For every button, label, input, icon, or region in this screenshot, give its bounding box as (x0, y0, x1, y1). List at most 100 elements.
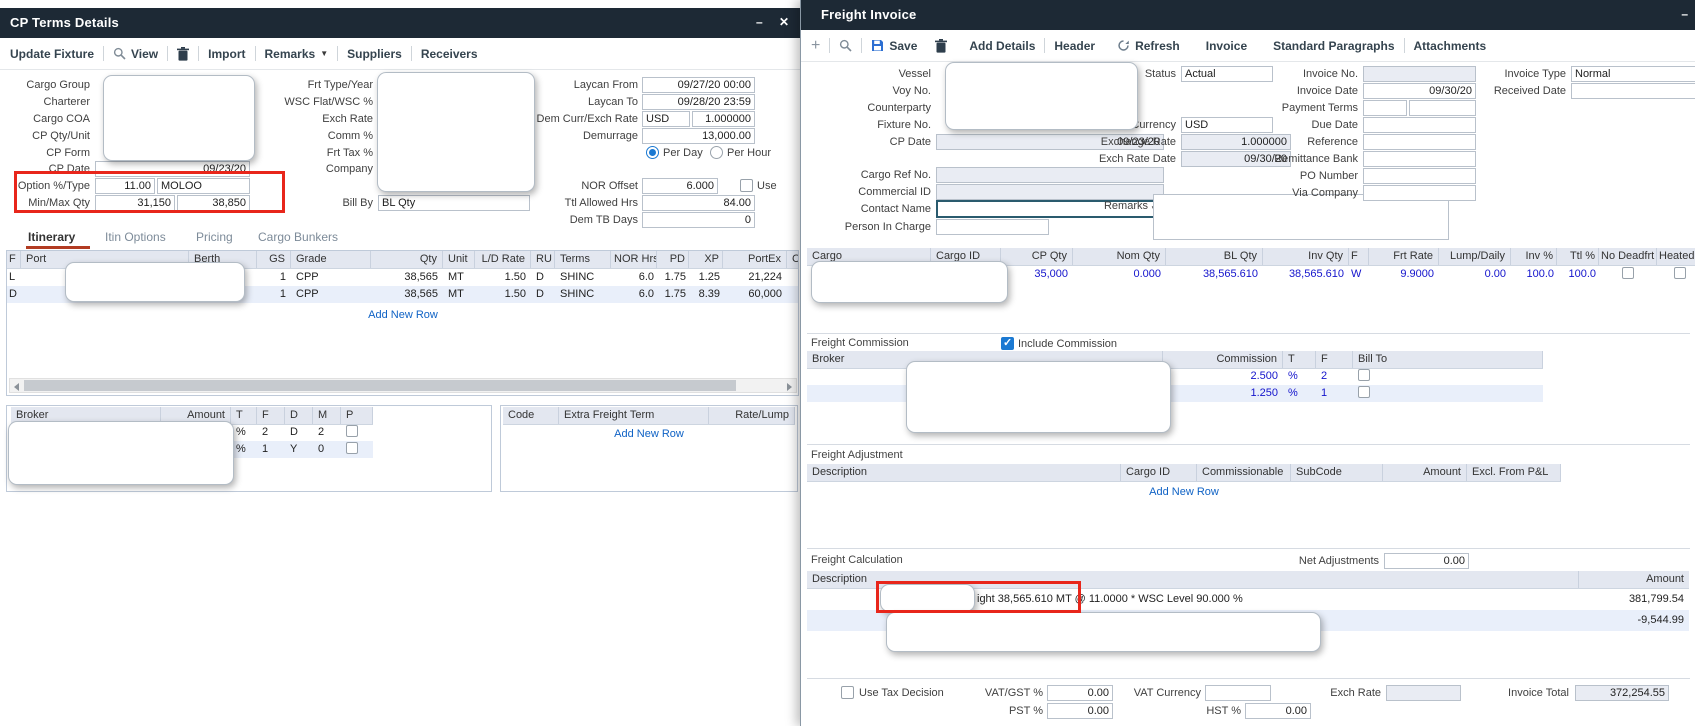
standard-paragraphs-button[interactable]: Standard Paragraphs (1273, 39, 1394, 53)
scroll-left-icon[interactable] (14, 383, 19, 391)
per-day-radio[interactable] (646, 146, 659, 159)
dem-currency-field[interactable]: USD (642, 111, 690, 127)
invoice-date-field[interactable]: 09/30/20 (1363, 83, 1476, 99)
import-button[interactable]: Import (208, 47, 245, 61)
tab-cargo-bunkers[interactable]: Cargo Bunkers (258, 230, 338, 244)
col-description[interactable]: Description (807, 464, 1121, 481)
col-gs[interactable]: GS (257, 251, 291, 268)
tab-itinerary[interactable]: Itinerary (28, 230, 75, 244)
minimize-icon[interactable]: – (1681, 7, 1688, 21)
attachments-button[interactable]: Attachments (1414, 39, 1487, 53)
laycan-from-field[interactable]: 09/27/20 00:00 (642, 77, 755, 93)
col-f[interactable]: F (257, 407, 285, 424)
po-number-field[interactable] (1363, 168, 1476, 184)
reference-field[interactable] (1363, 134, 1476, 150)
col-ttl-pct[interactable]: Ttl % (1557, 248, 1599, 265)
col-commission[interactable]: Commission (1163, 351, 1283, 368)
col-frt-rate[interactable]: Frt Rate (1369, 248, 1439, 265)
col-bl-qty[interactable]: BL Qty (1166, 248, 1263, 265)
col-subcode[interactable]: SubCode (1291, 464, 1383, 481)
use-tax-decision-checkbox[interactable] (841, 686, 854, 699)
heated-checkbox[interactable] (1674, 267, 1686, 279)
extra-freight-add-new-row-link[interactable]: Add New Row (503, 428, 795, 440)
invoice-button[interactable]: Invoice (1206, 39, 1247, 53)
close-icon[interactable]: ✕ (779, 15, 789, 29)
view-button[interactable]: View (113, 47, 158, 61)
cargo-ref-no-field[interactable] (936, 167, 1164, 183)
col-d[interactable]: D (285, 407, 313, 424)
add-button[interactable]: + (811, 37, 820, 55)
vat-currency-field[interactable] (1205, 685, 1271, 701)
payment-terms-field[interactable] (1409, 100, 1476, 116)
col-pd[interactable]: PD (657, 251, 689, 268)
tab-itin-options[interactable]: Itin Options (105, 230, 166, 244)
header-button[interactable]: Header (1054, 39, 1095, 53)
nor-use-checkbox[interactable] (740, 179, 753, 192)
col-cp-qty[interactable]: CP Qty (1001, 248, 1073, 265)
col-amount[interactable]: Amount (1383, 464, 1467, 481)
delete-button[interactable] (935, 39, 947, 53)
nor-offset-field[interactable]: 6.000 (642, 178, 718, 194)
col-no-deadfrt[interactable]: No Deadfrt (1599, 248, 1657, 265)
col-heated[interactable]: Heated (1657, 248, 1695, 265)
col-cargo-id[interactable]: Cargo ID (1121, 464, 1197, 481)
via-company-field[interactable] (1363, 185, 1476, 201)
suppliers-button[interactable]: Suppliers (347, 47, 402, 61)
bill-to-checkbox[interactable] (1358, 369, 1370, 381)
col-amount[interactable]: Amount (1579, 571, 1689, 588)
receivers-button[interactable]: Receivers (421, 47, 478, 61)
scroll-right-icon[interactable] (787, 383, 792, 391)
col-xp[interactable]: XP (689, 251, 723, 268)
broker-p-checkbox[interactable] (346, 425, 358, 437)
col-excl-from-pl[interactable]: Excl. From P&L (1467, 464, 1561, 481)
remittance-bank-field[interactable] (1363, 151, 1476, 167)
invoice-no-field[interactable] (1363, 66, 1476, 82)
update-fixture-button[interactable]: Update Fixture (10, 47, 94, 61)
col-inv-qty[interactable]: Inv Qty (1263, 248, 1349, 265)
horizontal-scrollbar[interactable] (9, 378, 797, 393)
broker-p-checkbox[interactable] (346, 442, 358, 454)
col-commissionable[interactable]: Commissionable (1197, 464, 1291, 481)
col-extra-freight-term[interactable]: Extra Freight Term (559, 407, 709, 424)
bill-to-checkbox[interactable] (1358, 386, 1370, 398)
col-f[interactable]: F (7, 251, 21, 268)
laycan-to-field[interactable]: 09/28/20 23:59 (642, 94, 755, 110)
col-code[interactable]: Code (503, 407, 559, 424)
col-bill-to[interactable]: Bill To (1353, 351, 1543, 368)
col-nor-hrs[interactable]: NOR Hrs (611, 251, 657, 268)
no-deadfrt-checkbox[interactable] (1622, 267, 1634, 279)
received-date-field[interactable] (1571, 83, 1695, 99)
per-hour-radio[interactable] (710, 146, 723, 159)
save-button[interactable]: Save (871, 39, 917, 53)
dem-exch-rate-field[interactable]: 1.000000 (692, 111, 755, 127)
person-in-charge-field[interactable] (936, 219, 1049, 235)
demurrage-field[interactable]: 13,000.00 (642, 128, 755, 144)
exch-rate-field[interactable] (1386, 685, 1461, 701)
invoice-type-dropdown[interactable]: Normal (1571, 66, 1695, 82)
delete-button[interactable] (177, 47, 189, 61)
col-inv-pct[interactable]: Inv % (1511, 248, 1557, 265)
adjustment-add-new-row-link[interactable]: Add New Row (807, 486, 1561, 498)
col-portexp[interactable]: PortEx (723, 251, 787, 268)
col-t[interactable]: T (231, 407, 257, 424)
ttl-allowed-hrs-field[interactable]: 84.00 (642, 195, 755, 211)
col-ru[interactable]: RU (531, 251, 555, 268)
col-nom-qty[interactable]: Nom Qty (1073, 248, 1166, 265)
col-lump-daily[interactable]: Lump/Daily (1439, 248, 1511, 265)
col-f[interactable]: F (1316, 351, 1353, 368)
itinerary-add-new-row-link[interactable]: Add New Row (7, 309, 799, 321)
net-adjustments-field[interactable]: 0.00 (1384, 553, 1469, 569)
scrollbar-thumb[interactable] (24, 380, 736, 391)
refresh-button[interactable]: Refresh (1117, 39, 1180, 53)
col-rate-lump[interactable]: Rate/Lump (709, 407, 795, 424)
hst-pct-field[interactable]: 0.00 (1245, 703, 1311, 719)
col-c[interactable]: C (787, 251, 799, 268)
bill-by-field[interactable]: BL Qty (378, 195, 530, 211)
search-button[interactable] (839, 39, 852, 52)
col-terms[interactable]: Terms (555, 251, 611, 268)
tab-pricing[interactable]: Pricing (196, 230, 233, 244)
col-f[interactable]: F (1349, 248, 1369, 265)
include-commission-checkbox[interactable] (1001, 337, 1014, 350)
payment-terms-code-field[interactable] (1363, 100, 1407, 116)
vat-gst-pct-field[interactable]: 0.00 (1047, 685, 1113, 701)
